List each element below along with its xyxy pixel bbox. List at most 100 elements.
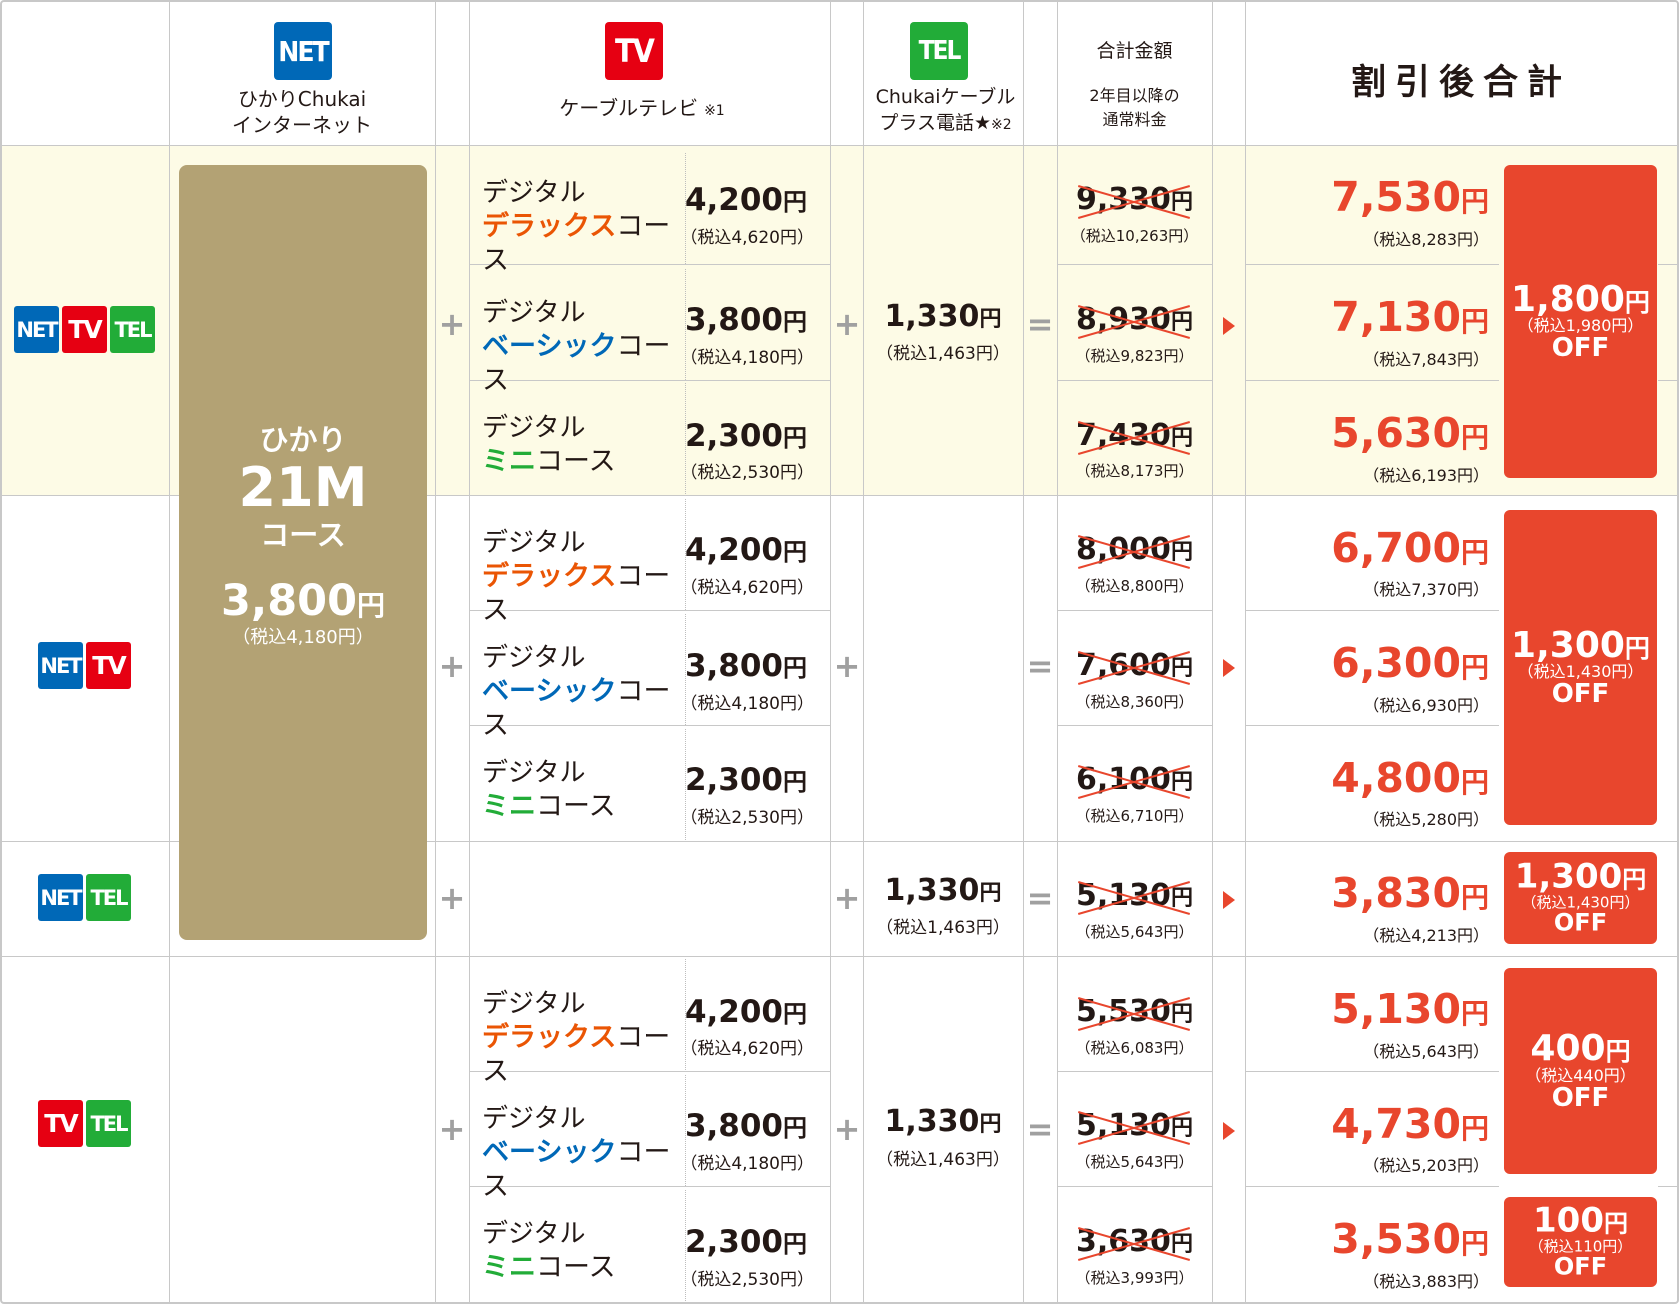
tv-column-caption: ケーブルテレビ ※1: [503, 96, 781, 124]
course-price-value: 4,200: [684, 182, 783, 218]
discount-total-yen: 円: [1460, 1227, 1489, 1260]
total-subdivider-3: [1057, 725, 1212, 726]
course-price-value: 2,300: [684, 762, 783, 798]
off-amount-value: 1,300: [1514, 856, 1623, 897]
course-name-g2-mini: デジタル ミニコース: [482, 756, 685, 824]
course-suffix: コース: [536, 1252, 616, 1283]
discount-total-tax-g2-r3: （税込5,280円）: [1363, 810, 1489, 829]
regular-total-tax-g4-r1: （税込6,083円）: [1075, 1039, 1194, 1057]
plan-name-line3: コース: [260, 518, 346, 553]
tel-price-1: 1,330円: [863, 299, 1023, 334]
regular-total-g2-r3: 6,100円: [1057, 762, 1212, 799]
tel-header-icon: TEL: [910, 22, 968, 80]
off-amount-value: 400: [1530, 1028, 1606, 1070]
course-type: デジタル: [482, 643, 586, 673]
plus-sign-1a: +: [438, 305, 466, 343]
discount-total-g2-r1: 6,700円: [1309, 524, 1489, 572]
course-name-g1-mini: デジタル ミニコース: [482, 411, 685, 479]
course-name-g2-basic: デジタル ベーシックコース: [482, 641, 685, 743]
course-type: デジタル: [482, 178, 586, 208]
course-price-yen: 円: [783, 1114, 807, 1142]
off-amount: 1,300円: [1504, 856, 1657, 897]
plus-sign-3b: +: [833, 879, 861, 917]
discount-total-tax-g2-r2: （税込6,930円）: [1363, 696, 1489, 715]
plan-price: 3,800円: [179, 575, 427, 626]
internet-plan-block: ひかり 21M コース 3,800円 （税込4,180円）: [179, 165, 427, 940]
course-color-word: ミニ: [482, 791, 536, 822]
course-price-value: 2,300: [684, 1224, 783, 1260]
course-name-g4-deluxe: デジタル デラックスコース: [482, 987, 685, 1089]
course-tax-g2-deluxe: （税込4,620円）: [680, 578, 814, 598]
discount-total-yen: 円: [1460, 997, 1489, 1030]
course-tax-g1-basic: （税込4,180円）: [680, 348, 814, 368]
discount-total-value: 7,530: [1331, 173, 1461, 221]
off-label: OFF: [1551, 333, 1610, 364]
tel-price-tax-3: （税込1,463円）: [876, 1150, 1010, 1170]
discount-off-badge-5: 100円 （税込110円） OFF: [1504, 1197, 1657, 1287]
column-divider-7: [1212, 2, 1213, 1304]
course-type: デジタル: [482, 298, 586, 328]
course-price-value: 4,200: [684, 532, 783, 568]
off-amount-yen: 円: [1605, 1037, 1631, 1067]
course-label: ベーシックコース: [482, 330, 685, 398]
group3-net-icon: NET: [38, 874, 83, 921]
discount-subdivider-5: [1245, 1186, 1499, 1187]
off-subdivider-yellow-1: [1658, 380, 1677, 381]
total-column-caption: 合計金額: [1096, 40, 1173, 62]
course-name-g4-basic: デジタル ベーシックコース: [482, 1102, 685, 1204]
course-price-value: 3,800: [684, 1108, 783, 1144]
regular-total-g1-r1: 9,330円: [1057, 182, 1212, 219]
course-color-word: ミニ: [482, 1252, 536, 1283]
total-subdivider-0: [1057, 264, 1212, 265]
off-subdivider-tvtel: [1658, 1186, 1677, 1187]
course-price-yen: 円: [783, 654, 807, 682]
arrow-right-icon-4: [1223, 1122, 1235, 1140]
tel-column-caption: Chukaiケーブル プラス電話★※2: [857, 84, 1034, 138]
discount-total-value: 7,130: [1331, 293, 1461, 341]
discount-total-yen: 円: [1460, 305, 1489, 338]
tel-price-3: 1,330円: [863, 1104, 1023, 1139]
total-subdivider-4: [1057, 1071, 1212, 1072]
tel-price-yen: 円: [979, 307, 1002, 332]
course-tax-g1-mini: （税込2,530円）: [680, 463, 814, 483]
course-label: デラックスコース: [482, 210, 685, 278]
discount-total-value: 6,300: [1331, 639, 1461, 687]
regular-total-yen: 円: [1170, 770, 1193, 795]
course-type: デジタル: [482, 989, 586, 1019]
course-color-word: ベーシック: [482, 1137, 617, 1168]
course-price-g4-mini: 2,300円: [666, 1224, 807, 1260]
course-price-yen: 円: [783, 424, 807, 452]
group2-net-icon: NET: [38, 642, 83, 689]
regular-total-tax-g1-r2: （税込9,823円）: [1075, 347, 1194, 365]
off-box-content: 1,800円 （税込1,980円） OFF: [1504, 280, 1657, 364]
plan-price-value: 3,800: [220, 575, 357, 626]
course-price-value: 2,300: [684, 418, 783, 454]
course-label: ミニコース: [482, 445, 685, 479]
group4-tv-icon: TV: [38, 1100, 83, 1147]
course-type: デジタル: [482, 758, 586, 788]
course-price-yen: 円: [783, 1000, 807, 1028]
discount-total-yen: 円: [1460, 536, 1489, 569]
off-label: OFF: [1551, 679, 1610, 710]
off-box-content: 1,300円 （税込1,430円） OFF: [1504, 856, 1657, 937]
course-tax-g2-mini: （税込2,530円）: [680, 808, 814, 828]
regular-total-tax-g4-r2: （税込5,643円）: [1075, 1153, 1194, 1171]
course-tax-g2-basic: （税込4,180円）: [680, 694, 814, 714]
column-divider-2: [469, 2, 470, 1304]
discount-total-value: 4,800: [1331, 754, 1461, 802]
discount-subdivider-2: [1245, 610, 1499, 611]
discount-total-yen: 円: [1460, 766, 1489, 799]
off-label: OFF: [1551, 1082, 1610, 1113]
discount-column-caption: 割引後合計: [1350, 63, 1571, 103]
tel-caption-note: ※2: [991, 117, 1012, 133]
group1-tv-icon: TV: [62, 306, 107, 353]
row-divider-0: [2, 145, 1677, 146]
off-amount-value: 100: [1533, 1200, 1604, 1241]
discount-total-tax-g4-r3: （税込3,883円）: [1363, 1272, 1489, 1291]
regular-total-yen: 円: [1170, 1002, 1193, 1027]
group3-tel-icon: TEL: [86, 874, 131, 921]
regular-total-g4-r1: 5,530円: [1057, 994, 1212, 1031]
course-tax-g1-deluxe: （税込4,620円）: [680, 228, 814, 248]
group4-tel-icon: TEL: [86, 1100, 131, 1147]
course-color-word: デラックス: [482, 561, 617, 592]
